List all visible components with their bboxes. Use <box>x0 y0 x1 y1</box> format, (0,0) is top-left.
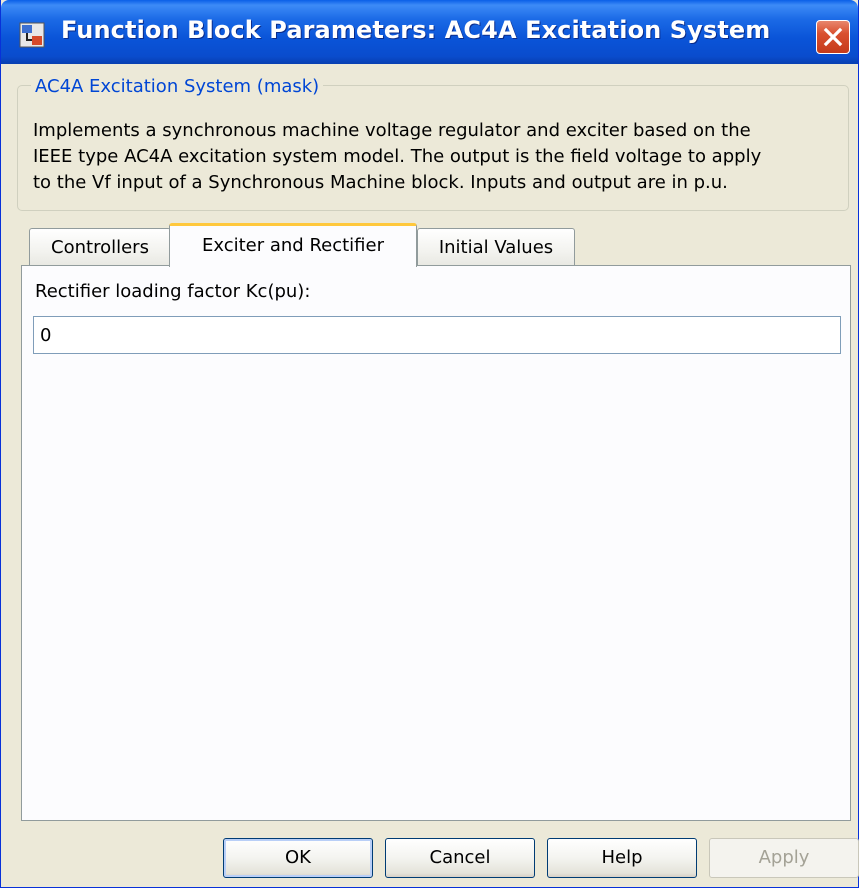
title-bar[interactable]: Function Block Parameters: AC4A Excitati… <box>1 0 858 64</box>
kc-label: Rectifier loading factor Kc(pu): <box>35 281 311 302</box>
help-button[interactable]: Help <box>547 838 697 878</box>
tab-label: Controllers <box>51 237 149 258</box>
apply-button[interactable]: Apply <box>709 838 859 878</box>
tab-initial-values[interactable]: Initial Values <box>417 228 575 266</box>
tab-label: Initial Values <box>438 237 554 258</box>
close-icon <box>823 27 843 47</box>
simulink-block-icon <box>19 22 45 48</box>
close-button[interactable] <box>816 20 850 54</box>
mask-description: Implements a synchronous machine voltage… <box>33 118 833 196</box>
dialog-window: Function Block Parameters: AC4A Excitati… <box>0 0 859 888</box>
window-title: Function Block Parameters: AC4A Excitati… <box>61 16 771 44</box>
ok-button[interactable]: OK <box>223 838 373 878</box>
cancel-button[interactable]: Cancel <box>385 838 535 878</box>
description-line: IEEE type AC4A excitation system model. … <box>33 146 762 167</box>
tab-label: Exciter and Rectifier <box>202 235 384 256</box>
tab-exciter-and-rectifier[interactable]: Exciter and Rectifier <box>169 223 417 267</box>
tab-controllers[interactable]: Controllers <box>29 228 171 266</box>
kc-input[interactable] <box>33 316 841 354</box>
description-line: to the Vf input of a Synchronous Machine… <box>33 172 728 193</box>
description-line: Implements a synchronous machine voltage… <box>33 120 751 141</box>
mask-group-label: AC4A Excitation System (mask) <box>31 76 324 97</box>
